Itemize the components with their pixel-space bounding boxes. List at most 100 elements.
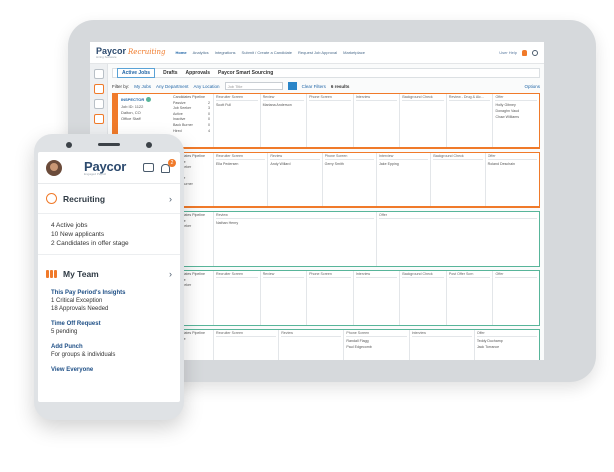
results-count: 6 results bbox=[330, 83, 350, 89]
stage-column: Background Check bbox=[430, 153, 484, 206]
filter-bar: Filter by: My Jobs Any Department Any Lo… bbox=[112, 82, 540, 90]
stage-column: Review bbox=[259, 271, 307, 325]
tab-approvals[interactable]: Approvals bbox=[186, 70, 210, 76]
candidate-name[interactable]: Jack Torrance bbox=[477, 345, 537, 349]
phone-screen: Paycor Engaged Payroll 2 Recruiting › 4 … bbox=[38, 152, 180, 402]
stage-header: Phone Screen bbox=[309, 272, 351, 278]
stage-column: Review - Drug & Alc... bbox=[445, 94, 493, 147]
insights-title[interactable]: This Pay Period's Insights bbox=[51, 289, 172, 297]
pipeline-count: 4 bbox=[208, 128, 210, 133]
add-punch-title[interactable]: Add Punch bbox=[51, 343, 172, 351]
nav-marketplace[interactable]: Marketplace bbox=[343, 50, 365, 55]
stage-column: Phone Screen Randall Flagg Paul Edgecomb bbox=[343, 330, 408, 360]
insights-line: 1 Critical Exception bbox=[51, 298, 103, 304]
recruiting-summary: 4 Active jobs 10 New applicants 2 Candid… bbox=[38, 214, 180, 255]
candidate-name[interactable]: Andy Willard bbox=[270, 162, 319, 166]
stage-header: Background Check bbox=[402, 272, 444, 278]
candidate-name[interactable]: Donaghn Vaud bbox=[495, 109, 537, 113]
avatar[interactable] bbox=[46, 159, 62, 176]
stage-header: Review bbox=[216, 213, 374, 219]
candidate-name[interactable]: Teddy Duchamp bbox=[477, 339, 537, 343]
job-badge-icon bbox=[146, 97, 152, 103]
stage-header: Post Offer Scrn bbox=[448, 272, 491, 278]
stage-header: Offer bbox=[476, 331, 538, 337]
candidate-name[interactable]: Gerry Smith bbox=[325, 162, 374, 166]
stage-column: Phone Screen bbox=[306, 94, 353, 147]
chevron-right-icon[interactable]: › bbox=[169, 194, 172, 204]
user-help-link[interactable]: User Help bbox=[499, 50, 517, 55]
chat-icon[interactable] bbox=[143, 163, 154, 172]
tab-smart-sourcing[interactable]: Paycor Smart Sourcing bbox=[218, 70, 273, 76]
history-icon[interactable] bbox=[93, 99, 104, 109]
stage-column: Review Andy Willard bbox=[267, 153, 321, 206]
pipeline-label: Hired bbox=[173, 128, 182, 133]
nav-submit-candidate[interactable]: Submit / Create a Candidate bbox=[242, 50, 292, 55]
recruiting-section[interactable]: Recruiting › bbox=[38, 184, 180, 214]
jobs-icon[interactable] bbox=[93, 84, 104, 94]
candidate-name[interactable]: Nathan Henry bbox=[216, 221, 374, 225]
phone-logo-text: Paycor bbox=[84, 158, 127, 174]
notifications-button[interactable]: 2 bbox=[160, 158, 176, 174]
filter-location[interactable]: Any Location bbox=[194, 84, 220, 89]
nav-home[interactable]: Home bbox=[176, 50, 187, 55]
nav-analytics[interactable]: Analytics bbox=[193, 50, 209, 55]
top-nav: Home Analytics Integrations Submit / Cre… bbox=[176, 50, 365, 55]
stage-header: Phone Screen bbox=[309, 95, 351, 101]
candidate-name[interactable]: Paul Edgecomb bbox=[346, 345, 406, 349]
job-title[interactable]: INSPECTOR bbox=[121, 97, 152, 103]
stage-header: Interview bbox=[355, 95, 398, 101]
stage-header: Recruiter Screen bbox=[216, 272, 258, 278]
stage-column: Background Check bbox=[399, 94, 446, 147]
candidate-name[interactable]: Roland Deschain bbox=[488, 162, 537, 166]
search-icon[interactable] bbox=[93, 69, 104, 79]
candidate-name[interactable]: Jake Epping bbox=[379, 162, 428, 166]
logo-product: Recruiting bbox=[128, 47, 166, 56]
options-link[interactable]: Options bbox=[524, 84, 540, 89]
stage-columns: Recruiter Screen Review Phone Screen Rand… bbox=[213, 330, 539, 360]
pipeline-counts: Candidates Pipeline Passive 2 Job Seeker 3… bbox=[173, 94, 213, 134]
insights-item[interactable]: This Pay Period's Insights 1 Critical Ex… bbox=[38, 289, 180, 313]
candidate-name[interactable]: Chaw Williams bbox=[495, 115, 537, 119]
app-logo[interactable]: Paycor Recruiting Hiring Software bbox=[96, 46, 166, 59]
stage-column: Recruiter Screen Ella Pedersen bbox=[213, 153, 267, 206]
stage-header: Offer bbox=[495, 272, 538, 278]
job-meta: Job ID: 1122 Dalton, CO Office Staff bbox=[121, 104, 143, 122]
job-title-input[interactable]: Job Title bbox=[224, 82, 283, 90]
search-button[interactable] bbox=[287, 82, 297, 90]
candidate-name[interactable]: Mariana Anderson bbox=[263, 103, 305, 107]
candidate-name[interactable]: Holly Gibney bbox=[495, 103, 537, 107]
stage-header: Review bbox=[281, 331, 342, 337]
team-section[interactable]: My Team › bbox=[38, 259, 180, 289]
candidate-name[interactable]: Randall Flagg bbox=[346, 339, 406, 343]
add-punch-item[interactable]: Add Punch For groups & individuals bbox=[38, 343, 180, 359]
time-off-item[interactable]: Time Off Request 5 pending bbox=[38, 320, 180, 336]
chevron-right-icon[interactable]: › bbox=[169, 269, 172, 279]
candidate-name[interactable]: Scott Full bbox=[216, 103, 258, 107]
bell-icon[interactable] bbox=[522, 49, 527, 56]
view-everyone-link[interactable]: View Everyone bbox=[51, 366, 172, 374]
clear-filters-link[interactable]: Clear Filters bbox=[302, 84, 326, 89]
tab-active-jobs[interactable]: Active Jobs bbox=[117, 68, 156, 78]
nav-integrations[interactable]: Integrations bbox=[215, 50, 236, 55]
filter-department[interactable]: Any Department bbox=[156, 84, 189, 89]
gear-icon[interactable] bbox=[532, 49, 538, 56]
filter-my-jobs[interactable]: My Jobs bbox=[134, 84, 151, 89]
calendar-icon[interactable] bbox=[93, 114, 104, 124]
search-person-icon bbox=[46, 193, 57, 204]
stage-column: Interview bbox=[408, 330, 474, 360]
stage-column: Review Nathan Henry bbox=[213, 212, 376, 266]
stage-header: Offer bbox=[487, 154, 537, 160]
candidate-name[interactable]: Ella Pedersen bbox=[216, 162, 265, 166]
time-off-title[interactable]: Time Off Request bbox=[51, 320, 172, 328]
phone-chin bbox=[34, 402, 184, 420]
stage-header: Offer bbox=[379, 213, 537, 219]
team-title: My Team bbox=[63, 269, 99, 279]
stage-header: Recruiter Screen bbox=[216, 154, 266, 160]
stage-header: Recruiter Screen bbox=[216, 95, 258, 101]
tab-drafts[interactable]: Drafts bbox=[163, 70, 177, 76]
phone-header: Paycor Engaged Payroll 2 bbox=[38, 152, 180, 184]
insights-line: 18 Approvals Needed bbox=[51, 306, 109, 312]
view-everyone-item[interactable]: View Everyone bbox=[38, 366, 180, 374]
stage-column: Review bbox=[278, 330, 343, 360]
nav-request-approval[interactable]: Request Job Approval bbox=[298, 50, 337, 55]
